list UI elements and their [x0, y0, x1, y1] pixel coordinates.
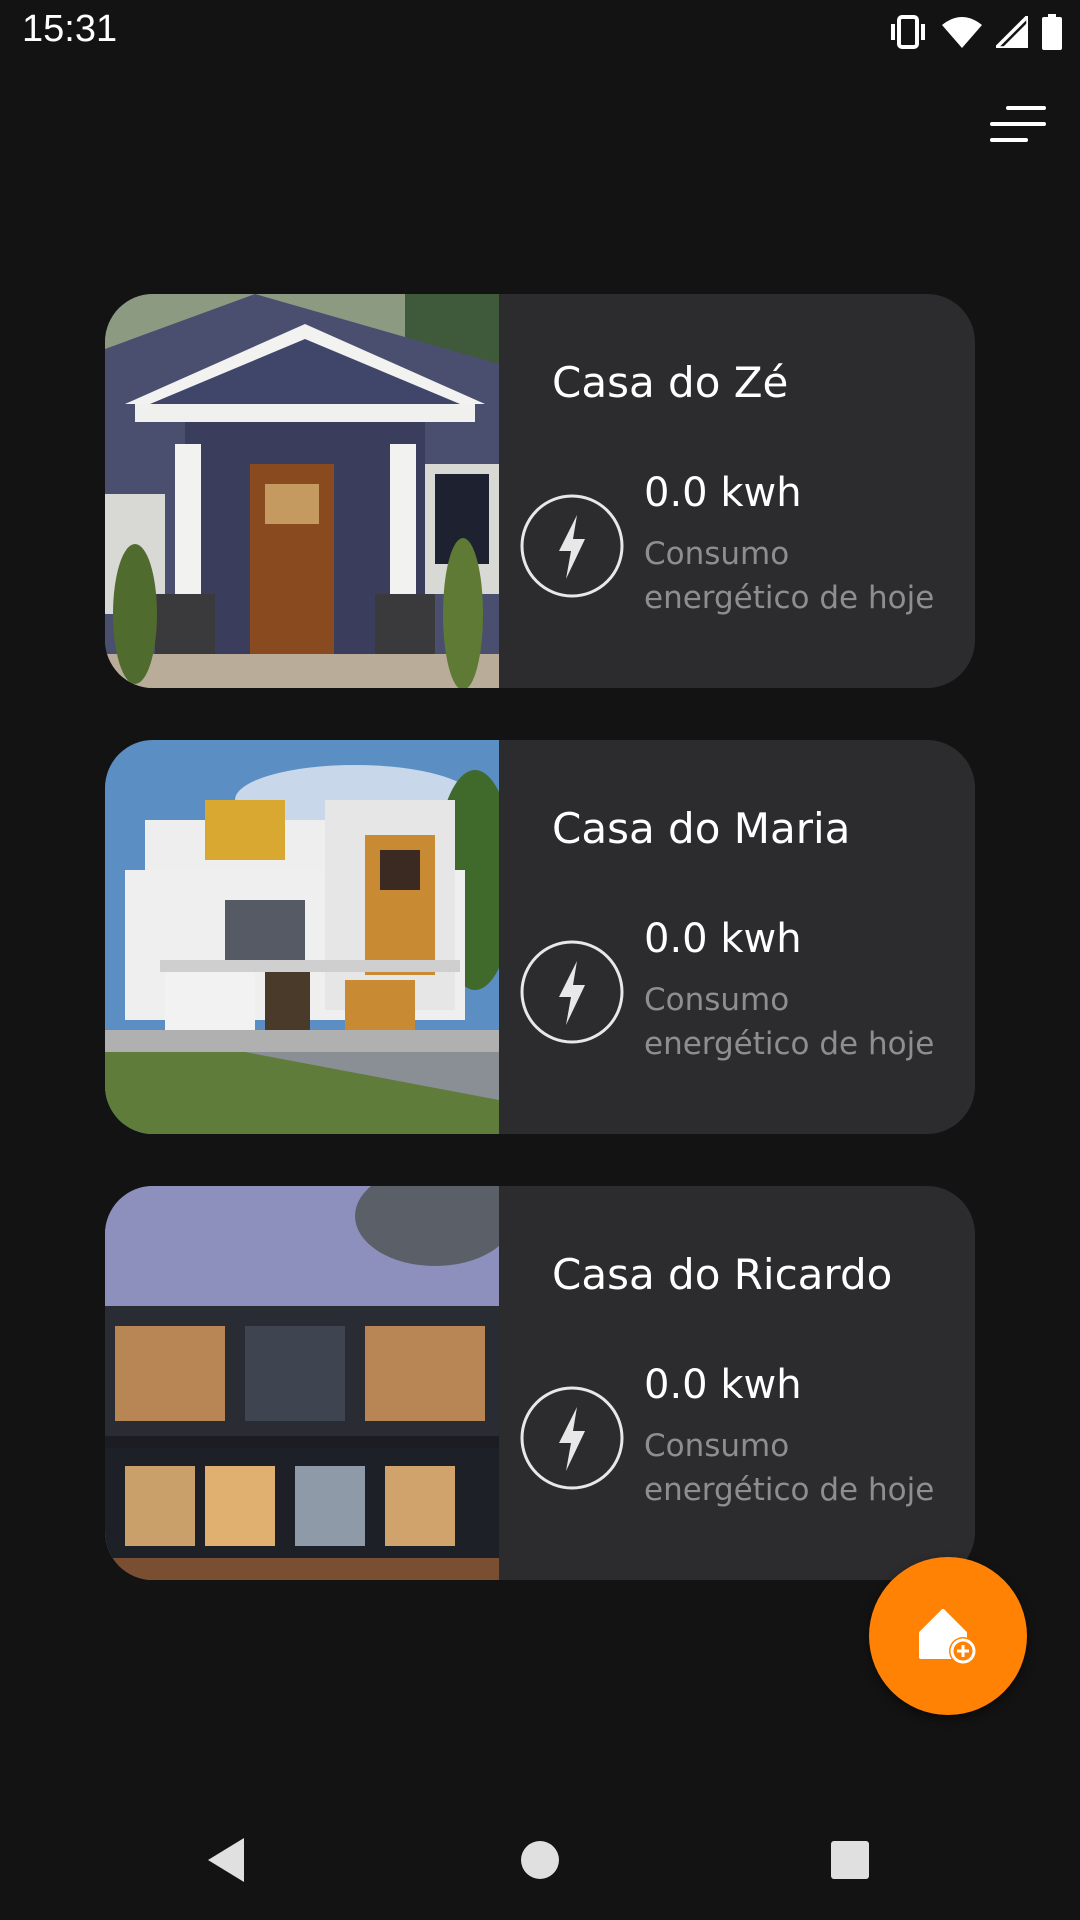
house-name: Casa do Maria — [552, 804, 851, 853]
add-house-button[interactable] — [869, 1557, 1027, 1715]
recents-button[interactable] — [820, 1830, 880, 1890]
recents-icon — [831, 1841, 869, 1879]
house-name: Casa do Zé — [552, 358, 789, 407]
house-name: Casa do Ricardo — [552, 1250, 893, 1299]
app-screen: 15:31 Casa do Zé 0.0 kwh Consumo energét… — [0, 0, 1080, 1920]
energy-label: Consumo energético de hoje — [644, 982, 935, 1062]
energy-value: 0.0 kwh — [644, 1362, 802, 1408]
add-home-icon — [919, 1609, 977, 1665]
house-card-maria[interactable]: Casa do Maria 0.0 kwh Consumo energético… — [105, 740, 975, 1134]
wifi-icon — [942, 16, 982, 48]
energy-value: 0.0 kwh — [644, 470, 802, 516]
status-time: 15:31 — [22, 8, 118, 50]
sort-menu-button[interactable] — [984, 96, 1048, 156]
house-card-ricardo[interactable]: Casa do Ricardo 0.0 kwh Consumo energéti… — [105, 1186, 975, 1580]
house-photo-modern-white-yellow — [105, 740, 499, 1134]
vibrate-icon — [888, 15, 928, 49]
status-bar: 15:31 — [0, 0, 1080, 64]
energy-label: Consumo energético de hoje — [644, 536, 935, 616]
house-photo-craftsman — [105, 294, 499, 688]
back-icon — [208, 1838, 244, 1882]
signal-icon — [996, 16, 1028, 48]
energy-bolt-icon — [519, 493, 625, 599]
energy-bolt-icon — [519, 939, 625, 1045]
sort-menu-icon — [990, 106, 1046, 142]
home-icon — [521, 1841, 559, 1879]
home-button[interactable] — [510, 1830, 570, 1890]
status-icons — [888, 12, 1062, 52]
energy-label: Consumo energético de hoje — [644, 1428, 935, 1508]
house-photo-modern-dark — [105, 1186, 499, 1580]
battery-icon — [1042, 14, 1062, 50]
house-card-ze[interactable]: Casa do Zé 0.0 kwh Consumo energético de… — [105, 294, 975, 688]
back-button[interactable] — [196, 1830, 256, 1890]
energy-value: 0.0 kwh — [644, 916, 802, 962]
navigation-bar — [0, 1800, 1080, 1920]
energy-bolt-icon — [519, 1385, 625, 1491]
